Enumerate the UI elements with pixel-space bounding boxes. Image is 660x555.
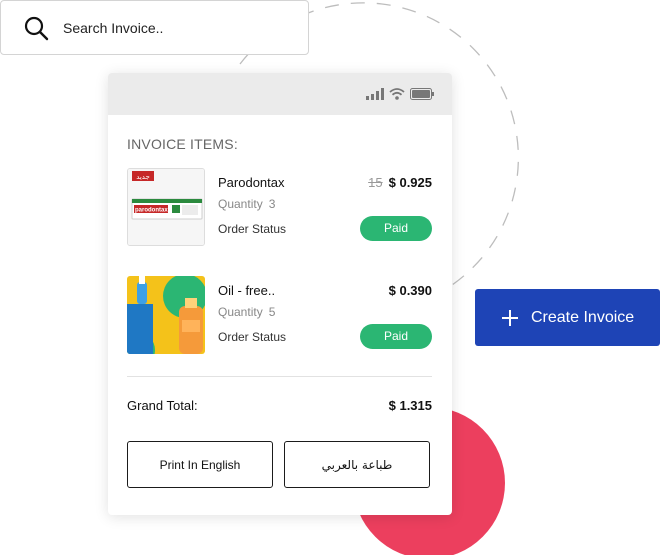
svg-text:جديد: جديد [136, 173, 150, 181]
quantity-label: Quantity [218, 197, 263, 211]
create-invoice-button[interactable]: Create Invoice [475, 289, 660, 346]
quantity-value: 5 [268, 305, 276, 319]
item-name: Oil - free.. [218, 283, 276, 298]
item-name: Parodontax [218, 175, 285, 190]
quantity-value: 3 [268, 197, 276, 211]
search-icon [24, 16, 49, 40]
phone-status-bar [108, 73, 452, 115]
invoice-item[interactable]: parodontax جديد Parodontax Quantity 3 Ord… [127, 168, 432, 248]
signal-icon [366, 88, 384, 100]
search-input[interactable] [63, 19, 283, 36]
grand-total-value: $ 1.315 [388, 398, 432, 413]
wifi-icon [389, 88, 405, 100]
create-invoice-label: Create Invoice [531, 308, 635, 326]
product-image-parodontax: parodontax جديد [127, 168, 205, 246]
old-price: 15 [368, 175, 383, 190]
item-price: $ 0.390 [388, 283, 432, 298]
invoice-card: INVOICE ITEMS: parodontax جديد Parodonta… [108, 73, 452, 515]
paid-status-badge: Paid [360, 324, 432, 349]
order-status-label: Order Status [218, 222, 287, 236]
print-arabic-button[interactable]: طباعة بالعربي [284, 441, 430, 488]
quantity-label: Quantity [218, 305, 263, 319]
item-price-row: $ 0.390 [389, 283, 432, 298]
invoice-item[interactable]: Oil - free.. Quantity 5 Order Status $ 0.… [127, 276, 432, 356]
paid-status-badge: Paid [360, 216, 432, 241]
invoice-items-heading: INVOICE ITEMS: [127, 136, 238, 152]
svg-text:parodontax: parodontax [135, 208, 168, 214]
search-bar[interactable] [0, 0, 309, 55]
print-english-button[interactable]: Print In English [127, 441, 273, 488]
item-price: $ 0.925 [388, 175, 432, 190]
plus-icon [502, 309, 518, 326]
item-quantity: Quantity 3 [218, 197, 275, 211]
item-quantity: Quantity 5 [218, 305, 275, 319]
order-status-label: Order Status [218, 330, 287, 344]
item-price-row: 15 $ 0.925 [368, 175, 432, 190]
grand-total-label: Grand Total: [127, 398, 198, 413]
divider [127, 376, 432, 377]
product-image-oil-free [127, 276, 205, 354]
battery-icon [410, 88, 434, 100]
